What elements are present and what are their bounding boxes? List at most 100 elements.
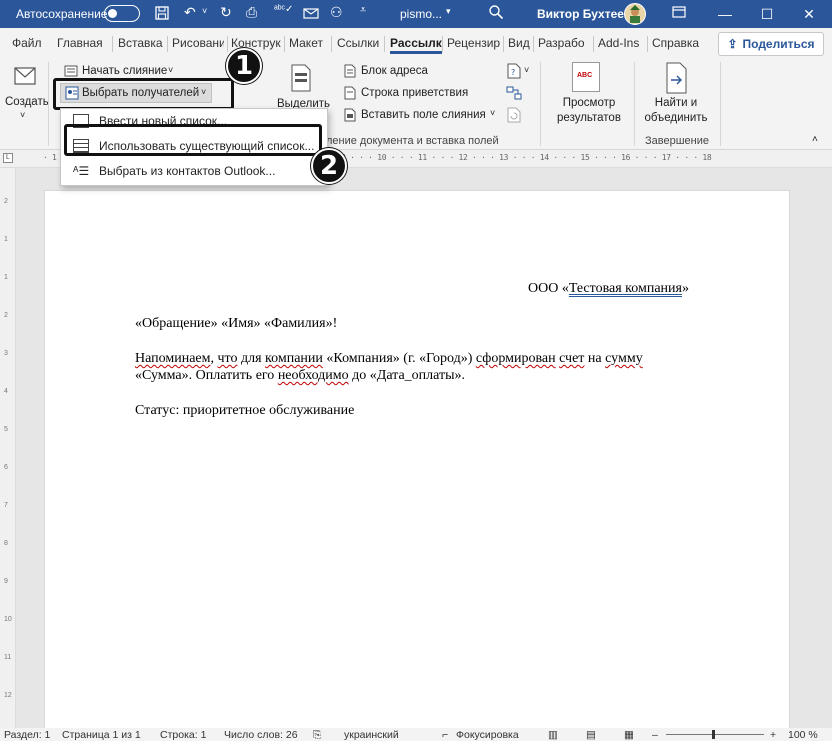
update-labels-icon[interactable] <box>506 107 522 126</box>
web-layout-icon[interactable]: ▦ <box>624 729 634 741</box>
svg-text:?: ? <box>511 68 515 77</box>
print-layout-icon[interactable]: ▤ <box>586 729 596 741</box>
undo-icon[interactable]: ↶ <box>184 4 196 21</box>
language-indicator[interactable]: украинский <box>344 729 399 741</box>
greeting-line-label[interactable]: Строка приветствия <box>361 87 468 99</box>
tab-layout[interactable]: Макет <box>289 36 323 50</box>
title-bar: Автосохранение ↶ ˅ ↻ ⎙ ᵃᵇᶜ✓ ⚇ ⩡ pismo...… <box>0 0 832 28</box>
insert-merge-field-chevron-icon[interactable]: ˅ <box>490 108 495 118</box>
company-name: Тестовая компания <box>568 281 682 296</box>
preview-results-label[interactable]: Просмотр результатов <box>557 96 629 126</box>
tab-view[interactable]: Вид <box>508 36 530 50</box>
create-label[interactable]: Создать <box>5 96 49 108</box>
menu-item-outlook-contacts-label: Выбрать из контактов Outlook... <box>99 164 276 178</box>
close-button[interactable]: ✕ <box>788 0 830 28</box>
status-bar: Раздел: 1 Страница 1 из 1 Строка: 1 Числ… <box>0 728 832 741</box>
company-line: ООО «Тестовая компания» <box>528 281 689 297</box>
callout-highlight-1 <box>53 78 234 110</box>
start-merge-label[interactable]: Начать слияние <box>82 65 167 77</box>
autosave-toggle[interactable] <box>104 5 140 22</box>
insert-merge-field-label[interactable]: Вставить поле слияния <box>361 109 486 121</box>
maximize-button[interactable]: ☐ <box>746 0 788 28</box>
mail-merge-qat-icon[interactable] <box>303 5 319 24</box>
vruler-number: 10 <box>4 616 12 623</box>
finish-merge-text: Найти и объединить <box>644 97 708 124</box>
vruler-number: 3 <box>4 350 8 357</box>
vruler-number: 2 <box>4 312 8 319</box>
focus-mode[interactable]: Фокусировка <box>456 729 519 741</box>
create-chevron-icon[interactable]: ˅ <box>20 110 25 120</box>
tab-help[interactable]: Справка <box>652 36 699 50</box>
print-icon[interactable]: ⎙ <box>246 4 257 21</box>
start-merge-chevron-icon[interactable]: ˅ <box>168 65 173 75</box>
zoom-out-icon[interactable]: – <box>652 729 658 741</box>
avatar[interactable] <box>624 3 646 25</box>
greeting-line-icon <box>344 86 356 103</box>
address-block-label[interactable]: Блок адреса <box>361 65 428 77</box>
tab-developer[interactable]: Разрабо <box>538 36 591 50</box>
proofing-icon[interactable]: ⎘ <box>313 729 321 741</box>
tab-selector-icon[interactable]: L <box>3 153 13 163</box>
highlight-fields-icon <box>290 64 312 95</box>
vruler-number: 7 <box>4 502 8 509</box>
share-icon: ⇪ <box>727 37 738 51</box>
word-summu: сумму <box>605 351 643 366</box>
zoom-slider[interactable] <box>666 730 764 739</box>
user-name[interactable]: Виктор Бухтеев <box>537 7 631 21</box>
tab-draw[interactable]: Рисовани <box>172 36 224 50</box>
tab-review[interactable]: Рецензир <box>447 36 500 50</box>
tab-insert[interactable]: Вставка <box>118 36 163 50</box>
read-mode-icon[interactable]: ▥ <box>548 729 558 741</box>
word-neobhodimo: необходимо <box>277 368 349 383</box>
tab-addins[interactable]: Add-Ins <box>598 36 639 50</box>
autosave-label: Автосохранение <box>16 7 108 21</box>
share-label: Поделиться <box>742 37 815 51</box>
vruler-number: 12 <box>4 692 12 699</box>
contacts-icon: ᴬ☰ <box>73 164 90 178</box>
preview-results-text: Просмотр результатов <box>557 97 621 124</box>
org-chart-icon[interactable]: ⚇ <box>330 4 343 21</box>
undo-dropdown-icon[interactable]: ˅ <box>202 6 207 16</box>
rules-icon[interactable]: ? <box>506 63 522 82</box>
vruler-number: 11 <box>4 654 12 661</box>
vruler-number: 4 <box>4 388 8 395</box>
vruler-number: 5 <box>4 426 8 433</box>
collapse-ribbon-icon[interactable]: ˄ <box>812 134 818 145</box>
focus-icon[interactable]: ⌐ <box>442 729 448 741</box>
vruler-number: 2 <box>4 198 8 205</box>
word-sformirovan: сформирован <box>475 351 556 366</box>
document-page[interactable]: ООО «Тестовая компания» «Обращение» «Имя… <box>44 190 790 730</box>
section-indicator[interactable]: Раздел: 1 <box>4 729 50 741</box>
spelling-icon[interactable]: ᵃᵇᶜ✓ <box>274 4 293 15</box>
vruler-number: 9 <box>4 578 8 585</box>
redo-icon[interactable]: ↻ <box>220 4 232 21</box>
word-kompanii: компании <box>265 351 323 366</box>
customize-qat-icon[interactable]: ⩡ <box>360 4 366 17</box>
save-icon[interactable] <box>154 5 170 24</box>
tab-file[interactable]: Файл <box>12 36 42 50</box>
tab-references[interactable]: Ссылки <box>337 36 379 50</box>
tab-home[interactable]: Главная <box>57 36 103 50</box>
company-suffix: » <box>681 281 689 296</box>
search-icon[interactable] <box>488 4 504 23</box>
page-indicator[interactable]: Страница 1 из 1 <box>62 729 141 741</box>
document-name[interactable]: pismo... <box>400 7 442 21</box>
doc-name-chevron-icon[interactable]: ▾ <box>446 6 451 17</box>
rules-chevron-icon[interactable]: ˅ <box>524 65 529 75</box>
finish-merge-label[interactable]: Найти и объединить <box>641 96 711 126</box>
minimize-button[interactable]: — <box>704 0 746 28</box>
line-indicator[interactable]: Строка: 1 <box>160 729 206 741</box>
envelope-icon <box>14 67 36 88</box>
zoom-in-icon[interactable]: + <box>770 729 776 741</box>
status-line: Статус: приоритетное обслуживание <box>135 403 355 418</box>
group-write-insert-label: ление документа и вставка полей <box>326 135 499 147</box>
zoom-level[interactable]: 100 % <box>788 729 818 741</box>
match-fields-icon[interactable] <box>506 85 522 104</box>
ribbon-display-icon[interactable] <box>672 5 686 22</box>
zoom-slider-thumb[interactable] <box>712 730 715 739</box>
body-paragraph-line-1: Напоминаем, что для компании «Компания» … <box>135 351 643 366</box>
menu-item-outlook-contacts[interactable]: ᴬ☰ Выбрать из контактов Outlook... <box>61 159 327 183</box>
share-button[interactable]: ⇪ Поделиться <box>718 32 824 56</box>
tab-mailings[interactable]: Рассылк <box>390 36 442 54</box>
word-count[interactable]: Число слов: 26 <box>224 729 298 741</box>
